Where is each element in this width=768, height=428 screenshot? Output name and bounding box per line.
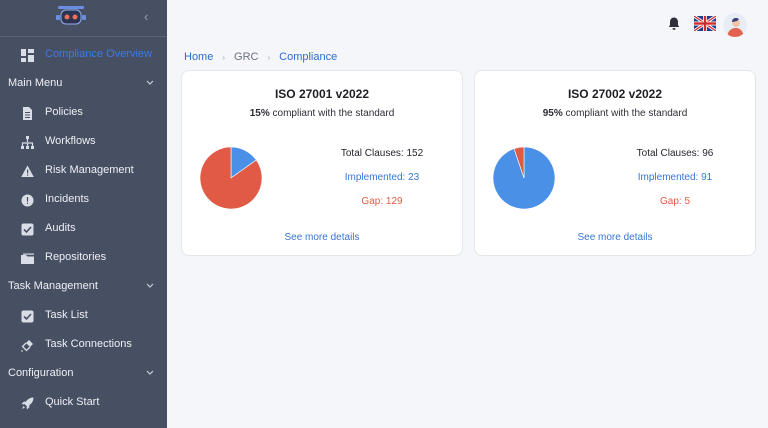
section-label: Task Management: [8, 280, 98, 292]
uk-flag-icon[interactable]: [694, 16, 716, 31]
sidebar-item-label: Audits: [45, 222, 76, 234]
total-clauses: Total Clauses: 152: [340, 148, 424, 159]
sidebar-item-label: Risk Management: [45, 164, 134, 176]
sidebar-item-label: Quick Start: [45, 396, 100, 408]
sidebar-item-label: Policies: [45, 106, 83, 118]
sidebar-item-quick-start[interactable]: Quick Start: [0, 389, 167, 417]
sidebar-item-label: Task List: [45, 309, 88, 321]
compliance-percent: 95%: [542, 108, 563, 119]
sidebar-item-label: Incidents: [45, 193, 90, 205]
folder-icon: [21, 253, 34, 264]
breadcrumb-separator-icon: ›: [267, 52, 271, 62]
sidebar-item-workflows[interactable]: Workflows: [0, 128, 167, 156]
chevron-down-icon: [146, 80, 154, 85]
section-configuration[interactable]: Configuration: [0, 360, 167, 388]
section-task-management[interactable]: Task Management: [0, 273, 167, 301]
gap-count: Gap: 5: [659, 196, 691, 207]
user-avatar[interactable]: [723, 13, 747, 37]
sidebar-item-policies[interactable]: Policies: [0, 99, 167, 127]
gap-count: Gap: 129: [361, 196, 403, 207]
card-title: ISO 27001 v2022: [274, 87, 370, 101]
implemented-count: Implemented: 23: [344, 172, 420, 183]
see-more-details-link[interactable]: See more details: [182, 232, 462, 243]
sidebar-item-repositories[interactable]: Repositories: [0, 244, 167, 272]
compliance-percent: 15%: [249, 108, 270, 119]
breadcrumb: Home › GRC › Compliance: [184, 51, 337, 63]
sidebar-item-label: Workflows: [45, 135, 96, 147]
implemented-count: Implemented: 91: [637, 172, 713, 183]
sidebar-item-label: Compliance Overview: [45, 48, 152, 60]
section-main-menu[interactable]: Main Menu: [0, 70, 167, 98]
card-subtitle: 95% compliant with the standard: [475, 108, 755, 119]
rocket-icon: [21, 397, 34, 410]
sidebar-item-label: Task Connections: [45, 338, 132, 350]
compliance-subtitle-text: compliant with the standard: [565, 108, 688, 119]
card-subtitle: 15% compliant with the standard: [182, 108, 462, 119]
dashboard-icon: [21, 49, 34, 62]
sidebar-item-label: Repositories: [45, 251, 107, 263]
compliance-pie-chart: [199, 146, 263, 210]
sidebar: ‹ Compliance Overview Main Menu Policies…: [0, 0, 167, 428]
notification-bell-icon[interactable]: [668, 17, 680, 30]
sidebar-item-risk-management[interactable]: Risk Management: [0, 157, 167, 185]
chevron-down-icon: [146, 283, 154, 288]
compliance-pie-chart: [492, 146, 556, 210]
card-title: ISO 27002 v2022: [567, 87, 663, 101]
compliance-subtitle-text: compliant with the standard: [272, 108, 395, 119]
avatar-image: [723, 13, 747, 37]
checkbox-icon: [21, 223, 34, 236]
collapse-sidebar-icon[interactable]: ‹: [144, 9, 148, 24]
compliance-card-iso-27002: ISO 27002 v2022 95% compliant with the s…: [474, 70, 756, 256]
sidebar-divider: [0, 36, 167, 37]
section-label: Configuration: [8, 367, 74, 379]
sidebar-item-audits[interactable]: Audits: [0, 215, 167, 243]
breadcrumb-separator-icon: ›: [222, 52, 226, 62]
chevron-down-icon: [146, 370, 154, 375]
sitemap-icon: [21, 136, 34, 149]
sidebar-item-incidents[interactable]: Incidents: [0, 186, 167, 214]
breadcrumb-grc-link[interactable]: GRC: [234, 51, 258, 63]
total-clauses: Total Clauses: 96: [636, 148, 714, 159]
checkbox-icon: [21, 310, 34, 323]
sidebar-item-task-list[interactable]: Task List: [0, 302, 167, 330]
compliance-card-iso-27001: ISO 27001 v2022 15% compliant with the s…: [181, 70, 463, 256]
see-more-details-link[interactable]: See more details: [475, 232, 755, 243]
section-label: Main Menu: [8, 77, 63, 89]
breadcrumb-compliance-link[interactable]: Compliance: [279, 51, 337, 63]
exclamation-circle-icon: [21, 194, 34, 207]
sidebar-header: ‹: [0, 0, 167, 36]
plug-icon: [21, 340, 33, 352]
document-icon: [23, 107, 32, 120]
warning-icon: [21, 165, 34, 177]
robot-logo-icon[interactable]: [54, 4, 88, 28]
breadcrumb-home-link[interactable]: Home: [184, 51, 213, 63]
sidebar-item-task-connections[interactable]: Task Connections: [0, 331, 167, 359]
sidebar-item-compliance-overview[interactable]: Compliance Overview: [0, 41, 167, 69]
